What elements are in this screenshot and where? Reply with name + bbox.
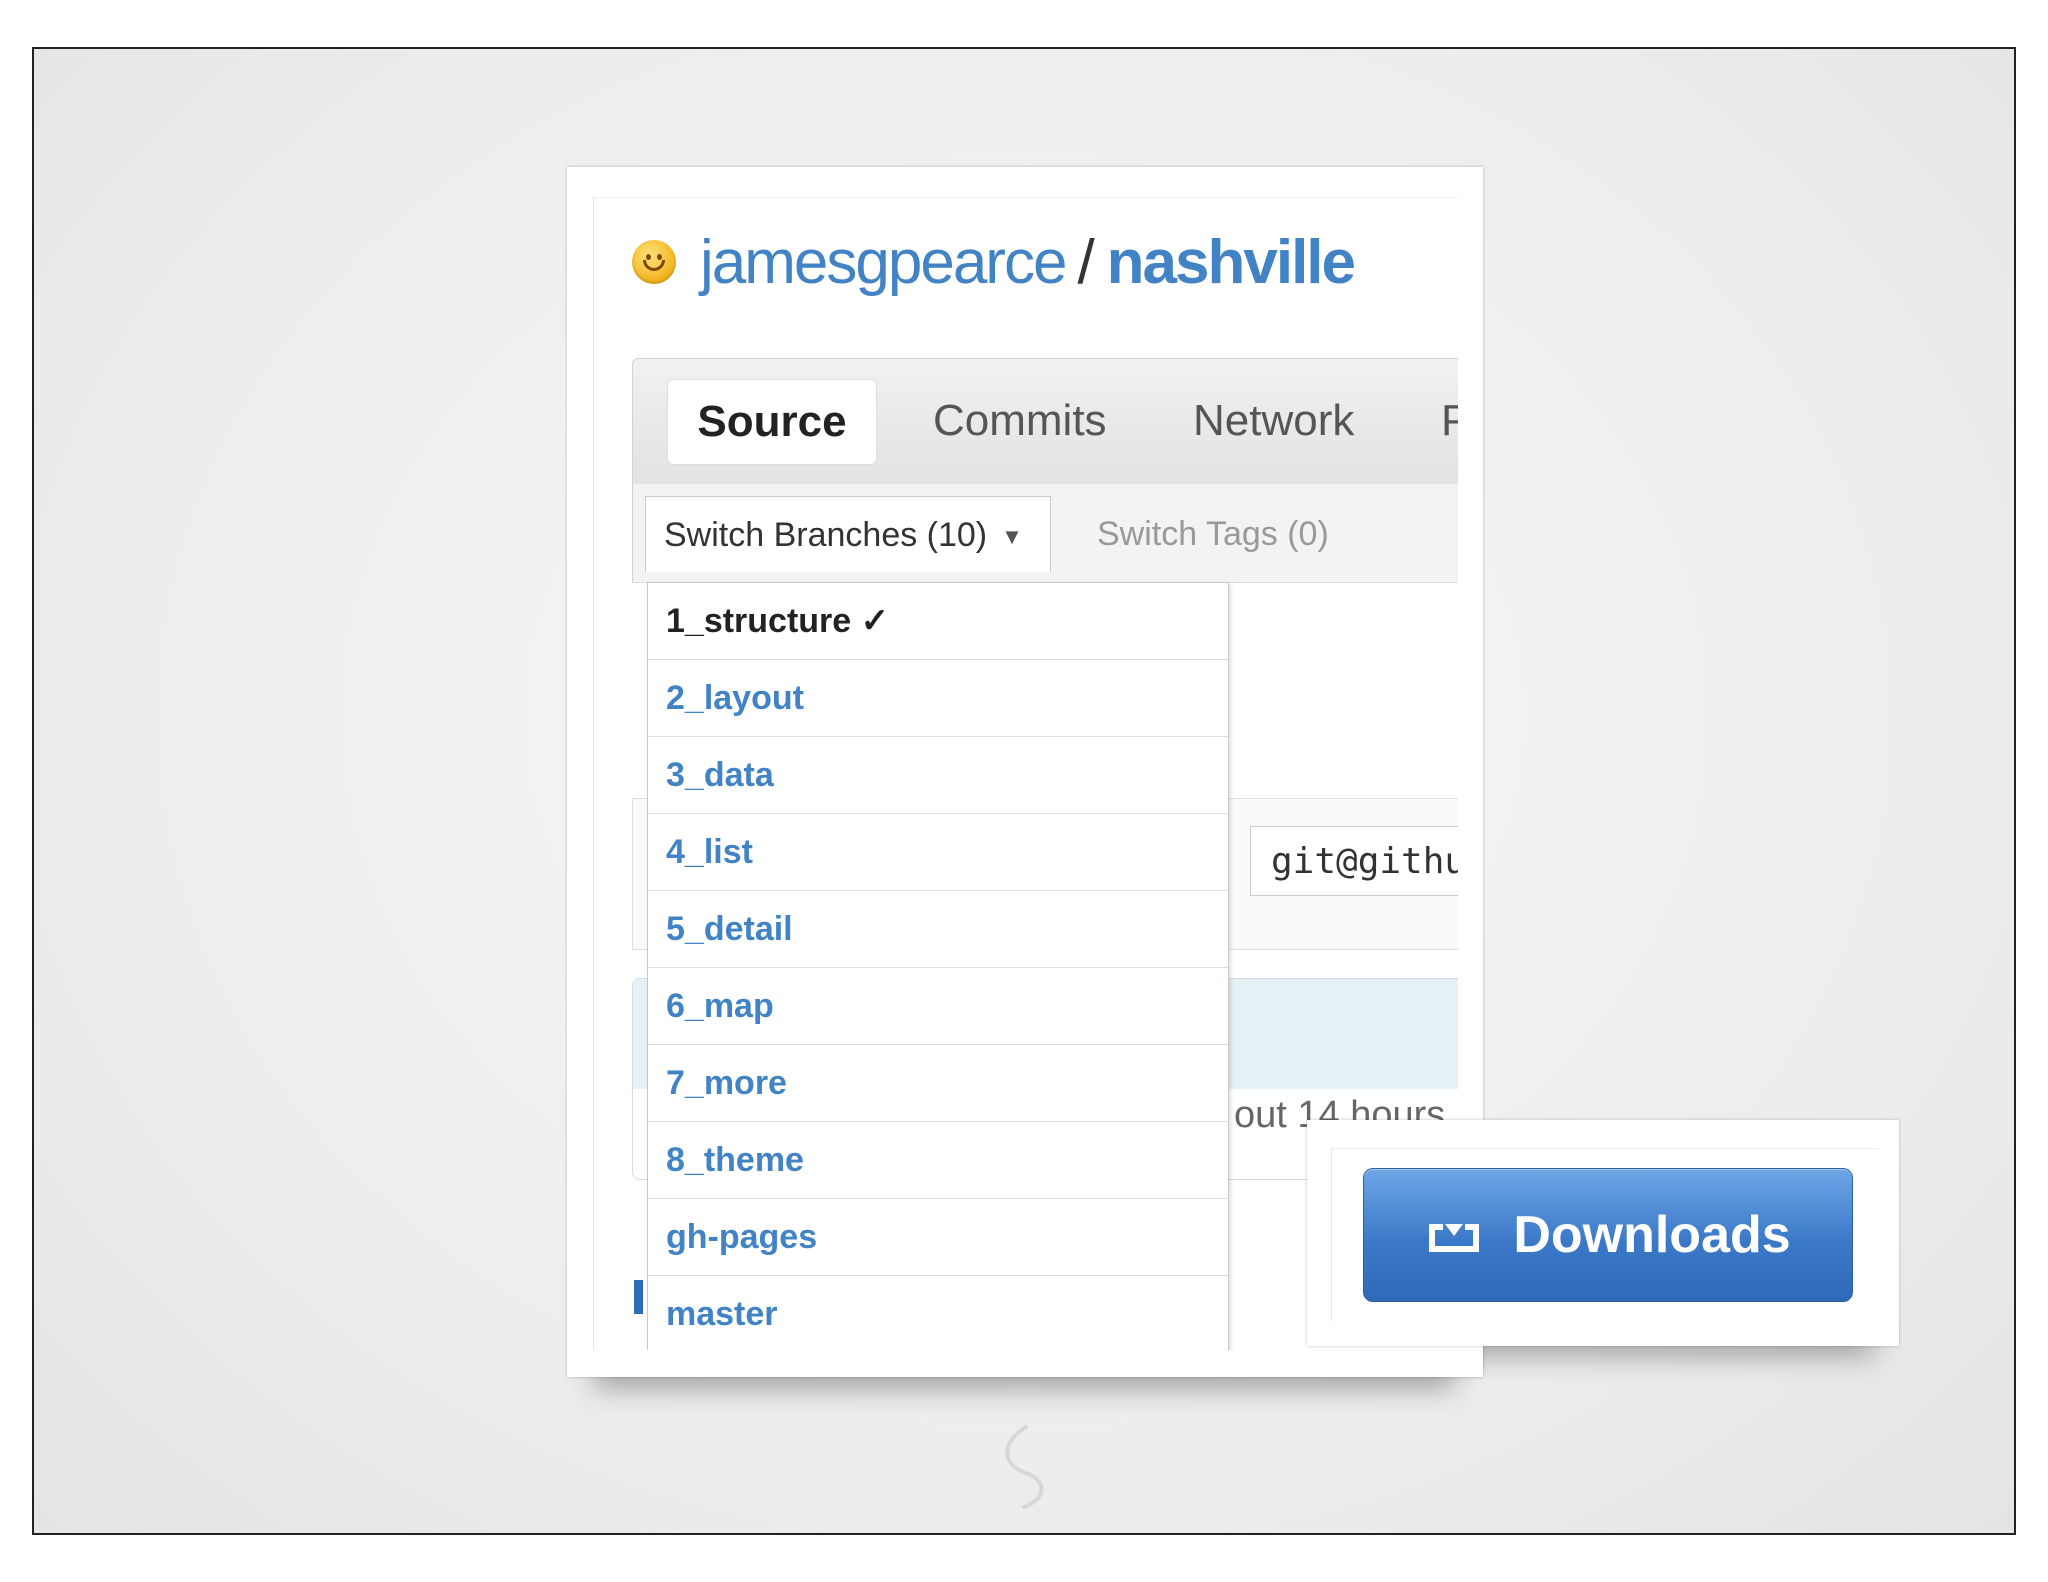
- tab-network[interactable]: Network: [1193, 379, 1354, 463]
- repo-separator: /: [1077, 227, 1095, 297]
- branch-item[interactable]: 5_detail: [648, 891, 1228, 968]
- downloads-label: Downloads: [1513, 1206, 1791, 1264]
- file-list-marker: [634, 1280, 643, 1314]
- download-tray-icon: [1425, 1205, 1483, 1265]
- switch-branches-dropdown[interactable]: Switch Branches (10) ▼: [645, 496, 1051, 572]
- branch-item[interactable]: 4_list: [648, 814, 1228, 891]
- switch-branches-label: Switch Branches (10): [664, 516, 988, 554]
- branch-item[interactable]: 3_data: [648, 737, 1228, 814]
- tab-partial[interactable]: P: [1441, 379, 1458, 463]
- repo-tabs: Source Commits Network P: [632, 358, 1458, 486]
- clone-url-field[interactable]: git@github: [1250, 826, 1458, 896]
- caret-down-icon: ▼: [1001, 524, 1023, 550]
- branch-dropdown-menu: 1_structure ✓ 2_layout 3_data 4_list 5_d…: [647, 582, 1229, 1350]
- branch-item[interactable]: 8_theme: [648, 1122, 1228, 1199]
- tab-commits[interactable]: Commits: [933, 379, 1107, 463]
- repo-owner-link[interactable]: jamesgpearce: [700, 227, 1067, 298]
- branch-toolbar: Switch Branches (10) ▼ Switch Tags (0): [632, 484, 1458, 583]
- downloads-button[interactable]: Downloads: [1363, 1168, 1853, 1302]
- switch-tags-button[interactable]: Switch Tags (0): [1097, 496, 1329, 572]
- branch-item[interactable]: gh-pages: [648, 1199, 1228, 1276]
- branch-item[interactable]: 2_layout: [648, 660, 1228, 737]
- branch-item[interactable]: master: [648, 1276, 1228, 1350]
- branch-item[interactable]: 6_map: [648, 968, 1228, 1045]
- branch-item[interactable]: 1_structure ✓: [648, 583, 1228, 660]
- downloads-callout-card: Downloads: [1307, 1120, 1899, 1346]
- slide-background: jamesgpearce / nashville Source Commits …: [32, 47, 2016, 1535]
- swirl-logo: [986, 1421, 1066, 1516]
- repo-title: jamesgpearce / nashville: [632, 222, 1356, 302]
- smiley-icon: [632, 240, 676, 284]
- repo-name-link[interactable]: nashville: [1107, 227, 1356, 298]
- tab-source[interactable]: Source: [667, 379, 877, 465]
- branch-item[interactable]: 7_more: [648, 1045, 1228, 1122]
